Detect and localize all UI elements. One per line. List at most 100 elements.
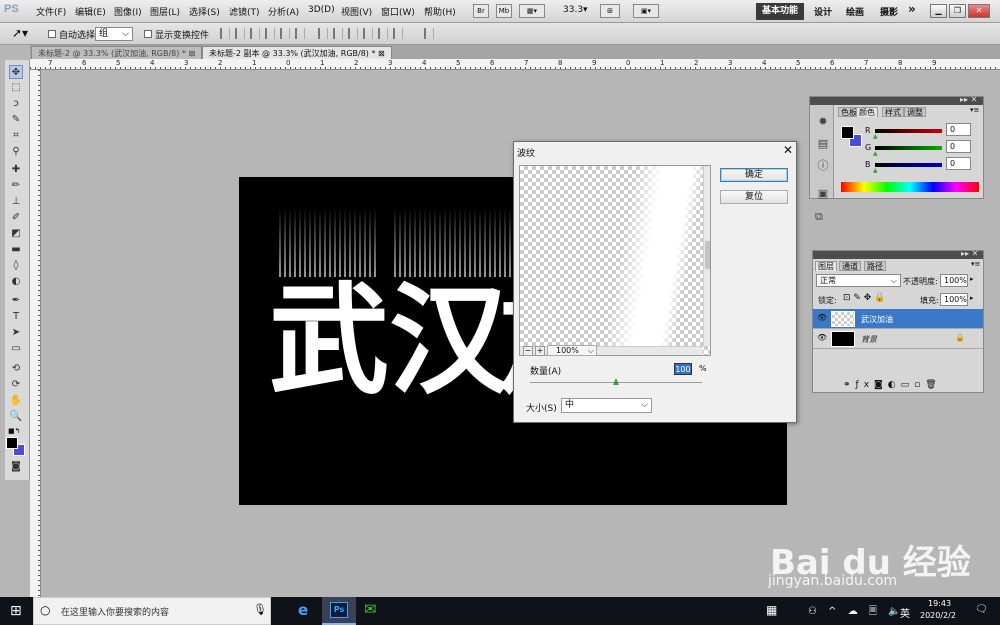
close-button[interactable]: ✕	[968, 4, 990, 18]
menu-item[interactable]: 3D(D)	[308, 5, 335, 15]
move-tool-icon[interactable]: ➚▾	[12, 26, 28, 40]
blend-mode-select[interactable]: 正常 ⌵	[816, 274, 901, 287]
align-right-icon[interactable]	[295, 28, 305, 39]
marquee-tool-icon[interactable]: ⬚	[9, 81, 23, 95]
menu-item[interactable]: 帮助(H)	[424, 5, 456, 18]
taskbar-time[interactable]: 19:43	[928, 599, 951, 608]
align-hcenter-icon[interactable]	[280, 28, 290, 39]
tab-layers[interactable]: 图层	[815, 261, 837, 271]
more-workspaces-button[interactable]: »	[908, 2, 916, 16]
system-tray-icons[interactable]: ⚇ ^ ☁ 🗏 🔈	[808, 604, 905, 621]
quick-mask-icon[interactable]: ◙	[9, 460, 23, 474]
show-transform-checkbox[interactable]	[144, 30, 152, 38]
fill-input[interactable]: 100%	[940, 293, 968, 306]
size-select[interactable]: 中 ⌵	[561, 398, 652, 413]
slider-thumb[interactable]: ▲	[873, 150, 878, 157]
channel-slider[interactable]	[875, 146, 942, 150]
tab-styles[interactable]: 样式	[882, 107, 904, 117]
collapse-icon[interactable]: ▸▸ ✕	[960, 95, 977, 104]
workspace-design[interactable]: 设计	[814, 5, 832, 18]
menu-item[interactable]: 编辑(E)	[75, 5, 106, 18]
layer-row[interactable]: 👁 背景 🔒	[813, 329, 983, 349]
view-extras-button[interactable]: ▦▾	[519, 4, 545, 18]
pen-tool-icon[interactable]: ✒	[9, 294, 23, 308]
chevron-right-icon[interactable]: ▸	[970, 294, 974, 302]
crop-tool-icon[interactable]: ⌗	[9, 129, 23, 143]
layer-actions-toolbar[interactable]: ⚭ƒx◙◐▭▫🗑	[843, 380, 942, 390]
panel-menu-icon[interactable]: ▾≡	[970, 106, 979, 114]
distribute-vcenter-icon[interactable]	[333, 28, 343, 39]
scrollbar-thumb[interactable]	[705, 241, 710, 269]
align-top-icon[interactable]	[220, 28, 230, 39]
path-select-tool-icon[interactable]: ➤	[9, 326, 23, 340]
quick-select-tool-icon[interactable]: ✎	[9, 113, 23, 127]
eyedropper-tool-icon[interactable]: ⚲	[9, 145, 23, 159]
healing-brush-tool-icon[interactable]: ✚	[9, 163, 23, 177]
menu-item[interactable]: 视图(V)	[341, 5, 372, 18]
color-spectrum[interactable]	[841, 182, 979, 192]
distribute-hcenter-icon[interactable]	[378, 28, 388, 39]
eye-icon[interactable]: 👁	[817, 333, 827, 342]
auto-select-dropdown[interactable]: 组 ⌵	[95, 27, 133, 41]
gradient-tool-icon[interactable]: ▬	[9, 243, 23, 257]
close-icon[interactable]: ⊠	[378, 49, 385, 58]
3d-orbit-tool-icon[interactable]: ⟳	[9, 378, 23, 392]
ime-indicator[interactable]: 英	[900, 605, 910, 620]
eraser-tool-icon[interactable]: ◩	[9, 227, 23, 241]
edge-browser-icon[interactable]: e	[298, 601, 308, 619]
3d-rotate-tool-icon[interactable]: ⟲	[9, 362, 23, 376]
zoom-level[interactable]: 33.3	[563, 5, 583, 15]
chevron-right-icon[interactable]: ▸	[970, 275, 974, 283]
microphone-icon[interactable]: 🎙	[253, 603, 267, 616]
navigator-icon[interactable]: ✹	[814, 115, 832, 131]
close-icon[interactable]: ⊠	[188, 49, 195, 58]
channel-value-input[interactable]: 0	[946, 140, 971, 153]
tab-channels[interactable]: 通道	[839, 261, 861, 271]
menu-item[interactable]: 图像(I)	[114, 5, 142, 18]
menu-item[interactable]: 图层(L)	[150, 5, 180, 18]
tab-paths[interactable]: 路径	[864, 261, 886, 271]
channel-slider[interactable]	[875, 163, 942, 167]
history-brush-tool-icon[interactable]: ✐	[9, 211, 23, 225]
auto-align-icon[interactable]	[424, 28, 434, 39]
brush-tool-icon[interactable]: ✏	[9, 179, 23, 193]
default-colors-icon[interactable]: ■↰	[8, 427, 20, 435]
layer-name[interactable]: 武汉加油	[861, 314, 893, 325]
slider-thumb[interactable]: ▲	[873, 133, 878, 140]
menu-item[interactable]: 分析(A)	[268, 5, 299, 18]
ok-button[interactable]: 确定	[720, 168, 788, 182]
calculator-icon[interactable]: ▦	[766, 603, 777, 617]
panel-header[interactable]	[810, 97, 983, 105]
align-left-icon[interactable]	[265, 28, 275, 39]
foreground-color-swatch[interactable]	[6, 437, 18, 449]
channel-value-input[interactable]: 0	[946, 157, 971, 170]
preview-vertical-scrollbar[interactable]	[703, 166, 710, 346]
chevron-down-icon[interactable]: ▾	[583, 5, 588, 15]
screen-mode-button[interactable]: ▣▾	[633, 4, 659, 18]
workspace-basic[interactable]: 基本功能	[756, 3, 804, 20]
dodge-tool-icon[interactable]: ◐	[9, 275, 23, 289]
tab-color[interactable]: 颜色	[856, 107, 878, 117]
restore-button[interactable]: ❐	[949, 4, 966, 18]
tab-document-1[interactable]: 未标题-2 @ 33.3% (武汉加油, RGB/8) * ⊠	[31, 46, 203, 59]
type-tool-icon[interactable]: T	[9, 310, 23, 324]
actions-icon[interactable]: ⧉	[815, 210, 823, 224]
distribute-bottom-icon[interactable]	[348, 28, 358, 39]
minibridge-button[interactable]: Mb	[496, 4, 512, 18]
layer-name[interactable]: 背景	[861, 334, 877, 345]
menu-item[interactable]: 窗口(W)	[381, 5, 415, 18]
lock-icons[interactable]: ⊡ ✎ ✥ 🔒	[843, 293, 885, 303]
bridge-button[interactable]: Br	[473, 4, 489, 18]
clone-stamp-tool-icon[interactable]: ⊥	[9, 195, 23, 209]
distribute-right-icon[interactable]	[393, 28, 403, 39]
info-icon[interactable]: ⓘ	[814, 157, 832, 173]
blur-tool-icon[interactable]: ◊	[9, 259, 23, 273]
workspace-photography[interactable]: 摄影	[880, 5, 898, 18]
tab-adjustments[interactable]: 调整	[904, 107, 926, 117]
wechat-icon[interactable]: ✉	[364, 600, 377, 618]
zoom-out-button[interactable]: −	[523, 346, 533, 356]
arrange-documents-button[interactable]: ⊞	[600, 4, 620, 18]
eye-icon[interactable]: 👁	[817, 313, 827, 322]
auto-select-checkbox[interactable]	[48, 30, 56, 38]
distribute-top-icon[interactable]	[318, 28, 328, 39]
